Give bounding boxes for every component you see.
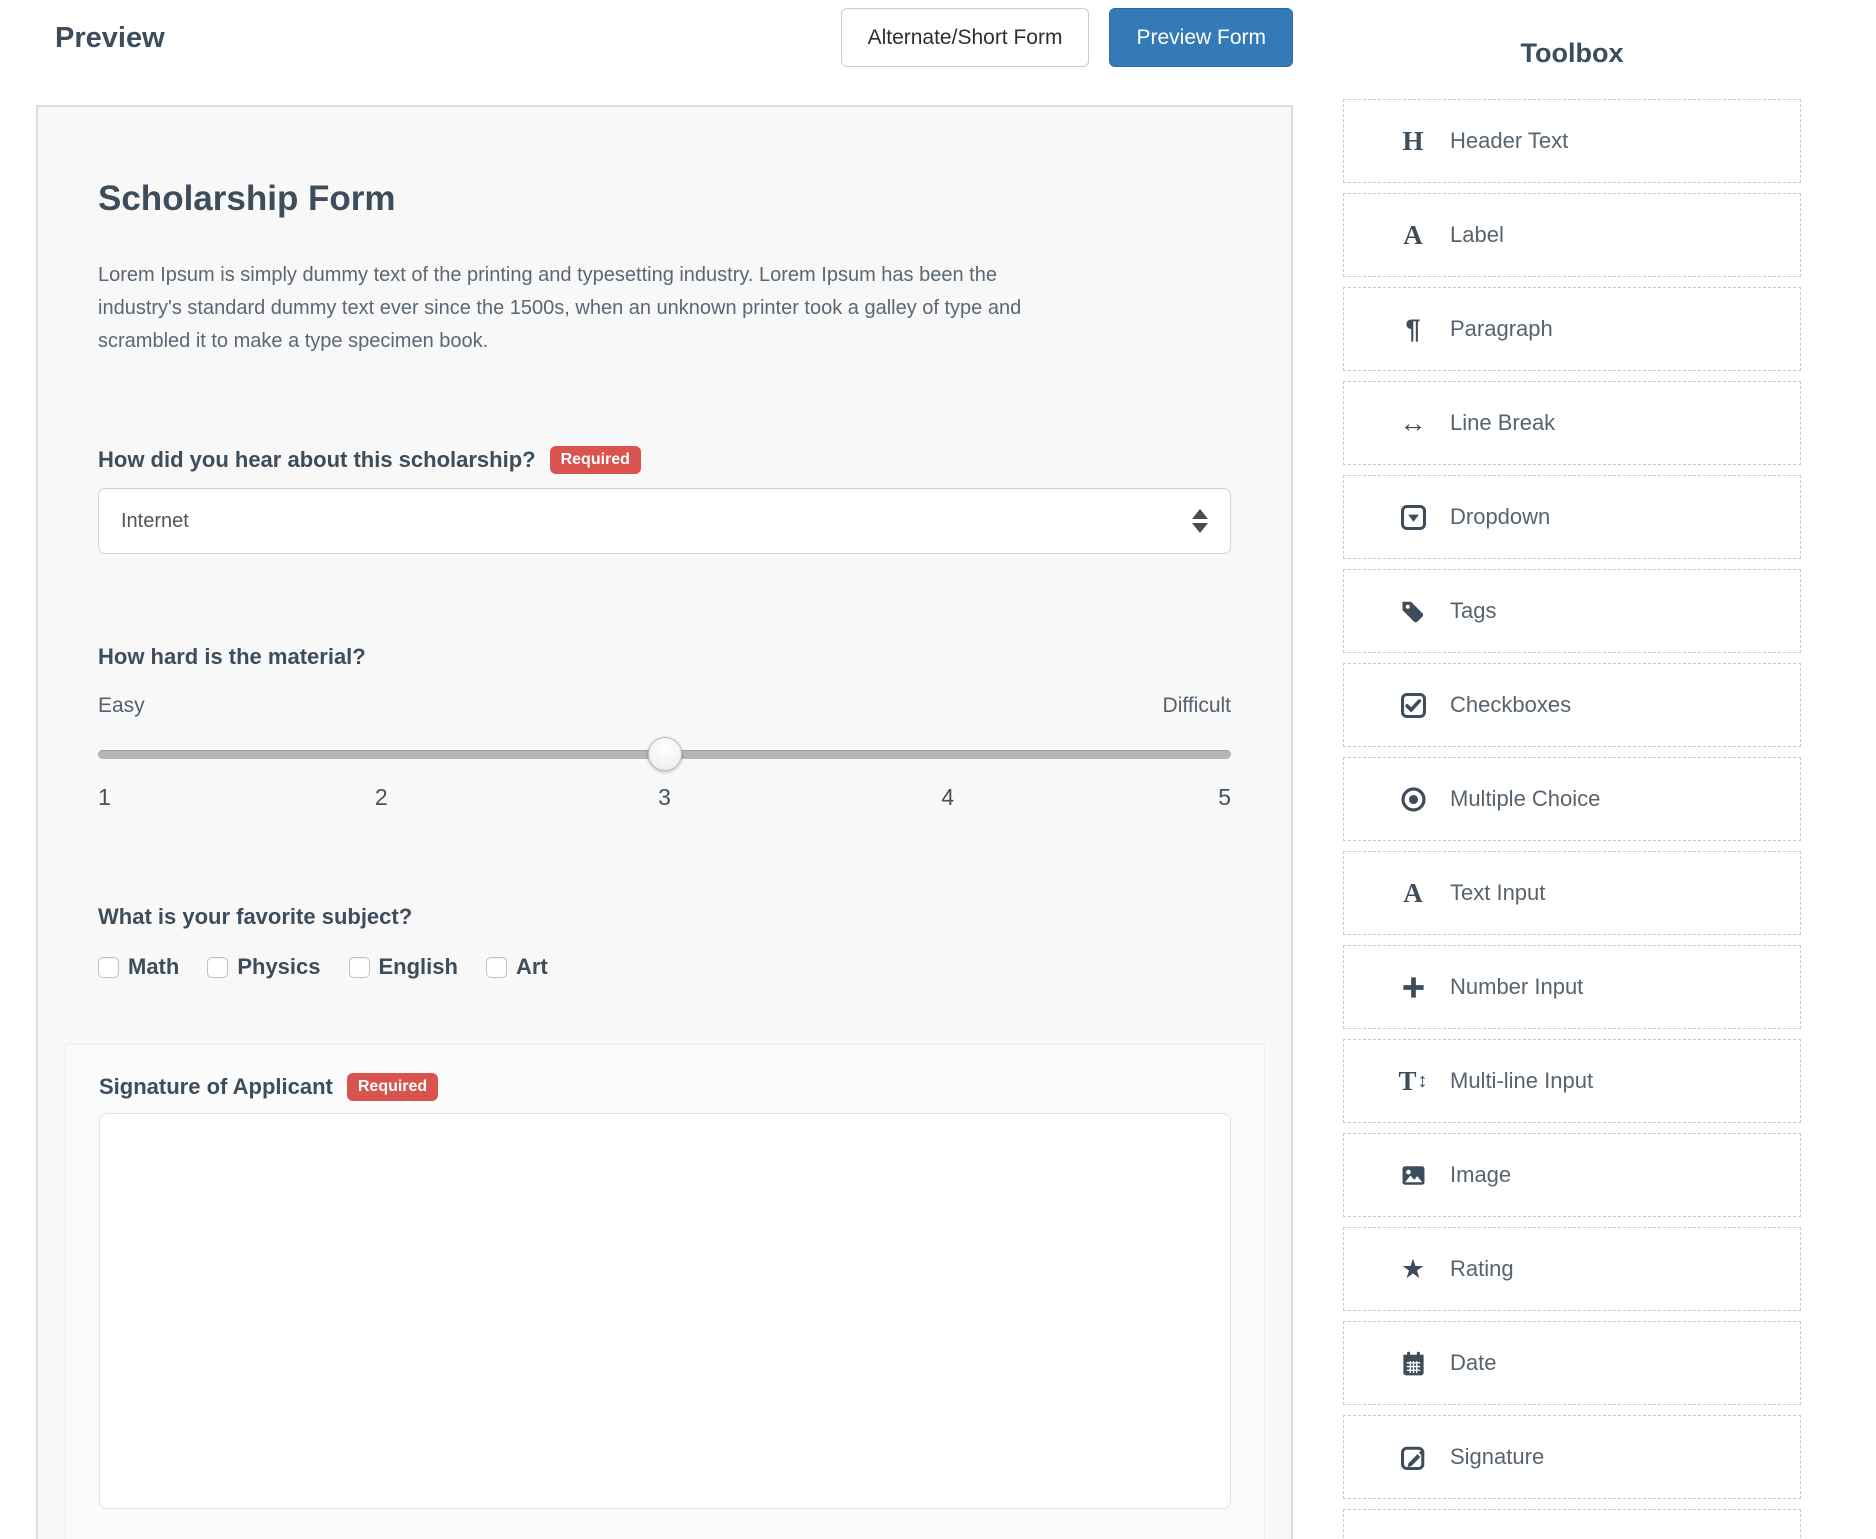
subject-option-math[interactable]: Math [98,954,179,980]
form-title: Scholarship Form [98,179,1231,219]
slider-minmax-labels: Easy Difficult [98,694,1231,718]
slider-ticks: 1 2 3 4 5 [98,784,1231,812]
toolbox-list: H Header Text A Label ¶ Paragraph ↔ Line Break D… [1343,99,1801,1499]
toolbox-item-tags[interactable]: Tags [1343,569,1801,653]
line-break-icon: ↔ [1394,408,1432,439]
question-difficulty: How hard is the material? Easy Difficult… [98,644,1231,812]
form-builder-page: Preview Alternate/Short Form Preview For… [0,0,1876,1539]
toolbox-item-dropdown[interactable]: Dropdown [1343,475,1801,559]
toolbox-title: Toolbox [1343,38,1801,69]
image-icon [1394,1162,1432,1189]
rating-icon: ★ [1394,1254,1432,1285]
toolbox-item-text-input[interactable]: A Text Input [1343,851,1801,935]
page-title: Preview [55,22,165,55]
slider-tick-1: 1 [98,784,111,811]
text-input-icon: A [1394,878,1432,909]
checkboxes-icon [1394,692,1432,719]
multiline-input-icon: T↕ [1394,1066,1432,1097]
toolbox-item-date[interactable]: Date [1343,1321,1801,1405]
slider-min-label: Easy [98,694,145,718]
question-label: What is your favorite subject? [98,904,412,930]
tags-icon [1394,598,1432,625]
alternate-short-form-button[interactable]: Alternate/Short Form [841,8,1090,67]
difficulty-slider [98,736,1231,772]
subject-option-physics[interactable]: Physics [207,954,320,980]
slider-max-label: Difficult [1163,694,1231,718]
toolbox-item-label: Checkboxes [1450,692,1571,718]
checkbox-unchecked[interactable] [98,957,119,978]
form-preview-panel: Scholarship Form Lorem Ipsum is simply d… [36,105,1293,1539]
slider-tick-5: 5 [1218,784,1231,811]
toolbox-item-label: Line Break [1450,410,1555,436]
toolbox-item-rating[interactable]: ★ Rating [1343,1227,1801,1311]
checkbox-unchecked[interactable] [207,957,228,978]
required-badge: Required [550,446,641,474]
toolbox-item-label: Signature [1450,1444,1544,1470]
question-label: How hard is the material? [98,644,366,670]
toolbox: Toolbox H Header Text A Label ¶ Paragraph ↔ Lin… [1343,38,1801,1539]
multiple-choice-icon [1394,786,1432,813]
select-arrows-icon [1192,509,1208,533]
label-icon: A [1394,220,1432,251]
toolbox-item-checkboxes[interactable]: Checkboxes [1343,663,1801,747]
toolbox-item-header-text[interactable]: H Header Text [1343,99,1801,183]
selected-option: Internet [121,510,1192,533]
toolbox-item-label: Image [1450,1162,1511,1188]
slider-tick-2: 2 [375,784,388,811]
toolbox-item-number-input[interactable]: Number Input [1343,945,1801,1029]
toolbox-item-signature[interactable]: Signature [1343,1415,1801,1499]
subject-option-english[interactable]: English [349,954,458,980]
signature-icon [1394,1444,1432,1471]
question-subject: What is your favorite subject? Math Physi… [98,904,1231,980]
toolbox-item-partial[interactable] [1343,1509,1801,1539]
dropdown-icon [1394,504,1432,531]
slider-handle[interactable] [648,737,682,771]
paragraph-icon: ¶ [1394,314,1432,345]
signature-pad[interactable] [99,1113,1231,1509]
toolbox-item-multi-line-input[interactable]: T↕ Multi-line Input [1343,1039,1801,1123]
toolbox-item-label: Text Input [1450,880,1545,906]
toolbox-item-label: Tags [1450,598,1496,624]
checkbox-label: Art [516,954,548,980]
toolbox-item-label: Number Input [1450,974,1583,1000]
question-label: Signature of Applicant [99,1074,333,1100]
toolbox-item-label: Rating [1450,1256,1514,1282]
question-label: How did you hear about this scholarship? [98,447,536,473]
slider-tick-3: 3 [658,784,671,811]
toolbox-item-label[interactable]: A Label [1343,193,1801,277]
checkbox-label: English [379,954,458,980]
toolbox-item-label: Multiple Choice [1450,786,1600,812]
subject-options: Math Physics English Art [98,954,1231,980]
toolbox-item-label: Header Text [1450,128,1568,154]
toolbox-item-paragraph[interactable]: ¶ Paragraph [1343,287,1801,371]
checkbox-label: Physics [237,954,320,980]
required-badge: Required [347,1073,438,1101]
header-buttons: Alternate/Short Form Preview Form [841,8,1293,67]
signature-section: Signature of Applicant Required [65,1044,1265,1539]
checkbox-unchecked[interactable] [349,957,370,978]
slider-tick-4: 4 [941,784,954,811]
preview-form-button[interactable]: Preview Form [1109,8,1293,67]
toolbox-item-image[interactable]: Image [1343,1133,1801,1217]
hear-about-select[interactable]: Internet [98,488,1231,554]
subject-option-art[interactable]: Art [486,954,548,980]
form-description: Lorem Ipsum is simply dummy text of the … [98,259,1063,358]
checkbox-unchecked[interactable] [486,957,507,978]
header-text-icon: H [1394,126,1432,157]
toolbox-item-label: Date [1450,1350,1496,1376]
question-hear-about: How did you hear about this scholarship?… [98,446,1231,554]
number-input-icon [1394,974,1432,1001]
toolbox-item-multiple-choice[interactable]: Multiple Choice [1343,757,1801,841]
toolbox-item-label: Dropdown [1450,504,1550,530]
header: Preview Alternate/Short Form Preview For… [36,0,1293,80]
toolbox-item-label: Paragraph [1450,316,1553,342]
date-icon [1394,1350,1432,1377]
toolbox-item-line-break[interactable]: ↔ Line Break [1343,381,1801,465]
toolbox-item-label: Label [1450,222,1504,248]
toolbox-item-label: Multi-line Input [1450,1068,1593,1094]
checkbox-label: Math [128,954,179,980]
